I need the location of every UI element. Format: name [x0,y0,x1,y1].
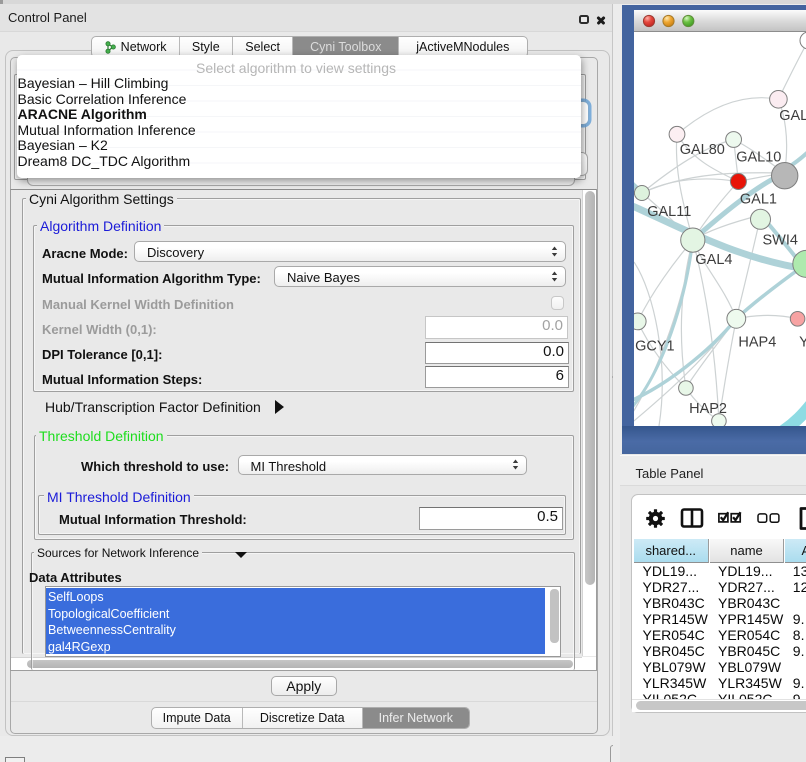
svg-text:HAP4: HAP4 [738,334,776,350]
svg-text:HAP2: HAP2 [689,401,727,417]
svg-text:GAL10: GAL10 [736,149,781,165]
svg-text:SWI4: SWI4 [763,232,798,248]
svg-text:GCY1: GCY1 [635,338,675,354]
svg-text:GAL80: GAL80 [680,142,725,158]
svg-text:YM: YM [799,334,806,350]
svg-text:GAL11: GAL11 [647,204,691,220]
svg-text:GAL2: GAL2 [779,108,806,124]
svg-text:GAL1: GAL1 [740,191,777,207]
svg-text:GAL4: GAL4 [695,252,732,268]
